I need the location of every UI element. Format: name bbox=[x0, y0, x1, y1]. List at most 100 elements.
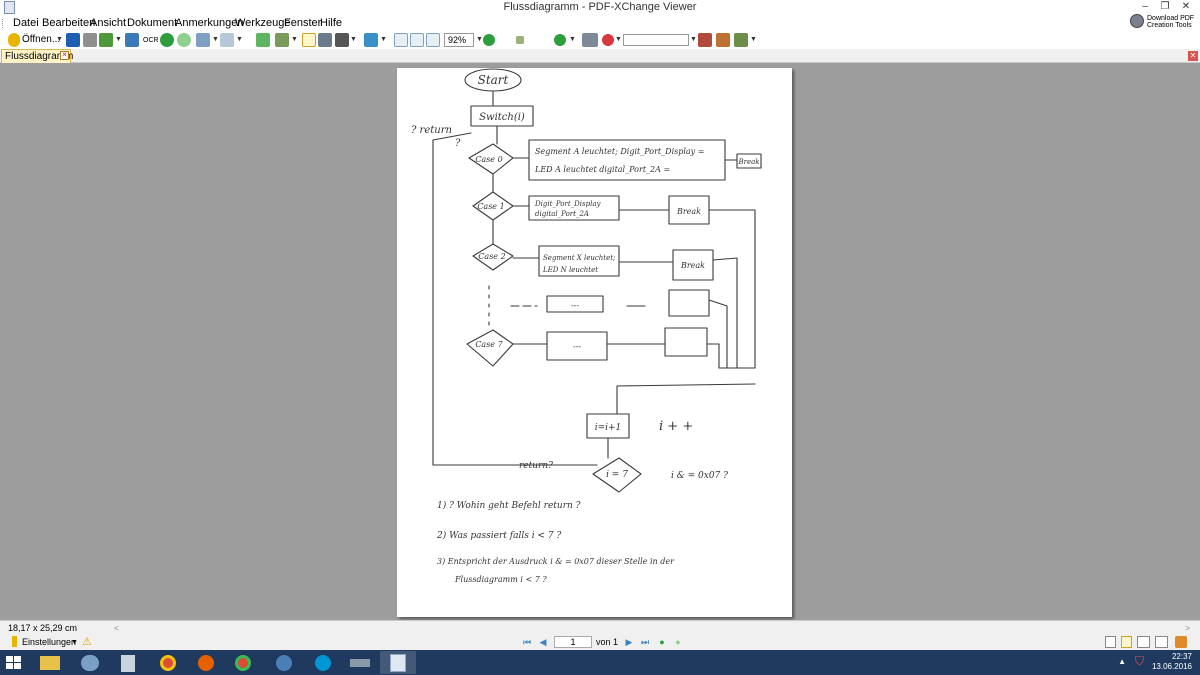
zoom-icon[interactable] bbox=[364, 33, 378, 47]
pdf-xchange-taskbar-icon[interactable] bbox=[380, 651, 416, 674]
email-icon[interactable] bbox=[99, 33, 113, 47]
control-panel-icon[interactable] bbox=[72, 651, 108, 674]
firefox-icon[interactable] bbox=[188, 651, 224, 674]
continuous-page-icon[interactable] bbox=[1121, 636, 1132, 648]
page-dimensions: 18,17 x 25,29 cm bbox=[8, 623, 78, 633]
stop-dropdown-icon[interactable]: ▼ bbox=[615, 36, 622, 43]
rotate-icon[interactable] bbox=[256, 33, 270, 47]
document-viewport[interactable]: Start Switch(i) ? return ? Case 0 Segmen… bbox=[0, 63, 1200, 620]
close-document-button[interactable]: ✕ bbox=[1188, 51, 1198, 61]
select-text-icon[interactable] bbox=[318, 33, 332, 47]
close-button[interactable]: ✕ bbox=[1176, 0, 1196, 14]
forward-icon[interactable] bbox=[177, 33, 191, 47]
continuous-facing-icon[interactable] bbox=[1155, 636, 1168, 648]
menu-dokument[interactable]: Dokument bbox=[127, 17, 177, 29]
clock[interactable]: 22:37 13.06.2016 bbox=[1152, 652, 1192, 672]
pages-dropdown-icon[interactable]: ▼ bbox=[291, 36, 298, 43]
tray-expand-icon[interactable]: ▲ bbox=[1118, 657, 1126, 666]
scroll-left-icon[interactable]: < bbox=[114, 624, 119, 633]
redo-dropdown-icon[interactable]: ▼ bbox=[236, 36, 243, 43]
forward-view-icon[interactable]: ● bbox=[673, 637, 683, 647]
next-page-icon[interactable]: ▶ bbox=[624, 637, 634, 647]
menu-ansicht[interactable]: Ansicht bbox=[90, 17, 126, 29]
snapshot-dropdown-icon[interactable]: ▼ bbox=[350, 36, 357, 43]
scan-icon[interactable] bbox=[125, 33, 139, 47]
scroll-right-icon[interactable]: > bbox=[1185, 624, 1190, 633]
note-2: 2) Was passiert falls i < 7 ? bbox=[436, 530, 561, 541]
snapshot-icon[interactable] bbox=[335, 33, 349, 47]
minimize-button[interactable]: – bbox=[1135, 0, 1155, 14]
warning-icon[interactable]: ⚠ bbox=[82, 635, 92, 648]
email-dropdown-icon[interactable]: ▼ bbox=[115, 36, 122, 43]
open-dropdown-icon[interactable]: ▼ bbox=[56, 36, 63, 43]
zoom-dropdown-icon[interactable]: ▼ bbox=[380, 36, 387, 43]
search-dropdown-icon[interactable]: ▼ bbox=[690, 36, 697, 43]
case-ellipsis-action-label: --- bbox=[571, 301, 579, 310]
first-page-icon[interactable]: ⏮ bbox=[522, 637, 532, 647]
case1-break-label: Break bbox=[676, 207, 701, 216]
case7-action-label: --- bbox=[573, 342, 581, 351]
file-explorer-icon[interactable] bbox=[32, 651, 68, 674]
redo-icon[interactable] bbox=[220, 33, 234, 47]
single-page-icon[interactable] bbox=[1105, 636, 1116, 648]
tab-flussdiagramm[interactable]: Flussdiagramm ✕ bbox=[1, 49, 73, 63]
question-mark-label: ? bbox=[455, 138, 461, 149]
stop-icon[interactable] bbox=[602, 34, 614, 46]
go-icon[interactable] bbox=[554, 34, 566, 46]
settings-button[interactable]: Einstellungen bbox=[22, 637, 76, 647]
chrome-icon[interactable] bbox=[150, 651, 186, 674]
open-button[interactable]: Öffnen... bbox=[22, 34, 60, 45]
comment-icon[interactable] bbox=[698, 33, 712, 47]
taskbar: ▲ ⛉ 22:37 13.06.2016 bbox=[0, 650, 1200, 675]
actual-size-icon[interactable] bbox=[394, 33, 408, 47]
prev-page-icon[interactable]: ◀ bbox=[538, 637, 548, 647]
find-icon[interactable] bbox=[582, 33, 598, 47]
windows-start-icon[interactable] bbox=[6, 656, 22, 670]
pages-icon[interactable] bbox=[275, 33, 289, 47]
menu-bearbeiten[interactable]: Bearbeiten bbox=[42, 17, 95, 29]
menu-grip[interactable] bbox=[2, 19, 5, 28]
return-question-label: ? return bbox=[411, 125, 452, 136]
back-icon[interactable] bbox=[160, 33, 174, 47]
settings-dropdown-icon[interactable]: ▼ bbox=[71, 639, 78, 646]
security-shield-icon[interactable]: ⛉ bbox=[1135, 654, 1144, 669]
open-icon[interactable] bbox=[8, 33, 20, 47]
add-bookmark-icon[interactable] bbox=[516, 36, 524, 44]
print-icon[interactable] bbox=[83, 33, 97, 47]
menu-fenster[interactable]: Fenster bbox=[284, 17, 321, 29]
facing-pages-icon[interactable] bbox=[1137, 636, 1150, 648]
scanner-icon[interactable] bbox=[342, 651, 378, 674]
page-number-input[interactable]: 1 bbox=[554, 636, 592, 648]
return-question-label-2: return? bbox=[519, 461, 553, 471]
menu-werkzeuge[interactable]: Werkzeuge bbox=[235, 17, 290, 29]
tools-icon[interactable] bbox=[734, 33, 748, 47]
tab-close-icon[interactable]: ✕ bbox=[60, 51, 69, 60]
chrome-2-icon[interactable] bbox=[225, 651, 261, 674]
back-view-icon[interactable]: ● bbox=[657, 637, 667, 647]
undo-icon[interactable] bbox=[196, 33, 210, 47]
zoom-in-icon[interactable] bbox=[483, 34, 495, 46]
fit-page-icon[interactable] bbox=[410, 33, 424, 47]
menu-anmerkungen[interactable]: Anmerkungen bbox=[175, 17, 244, 29]
tools-dropdown-icon[interactable]: ▼ bbox=[750, 36, 757, 43]
ocr-button[interactable]: OCR bbox=[143, 37, 159, 44]
toolbar-options-icon[interactable] bbox=[1175, 636, 1187, 648]
last-page-icon[interactable]: ⏭ bbox=[640, 637, 650, 647]
zoom-level-field[interactable]: 92% bbox=[444, 33, 474, 47]
thunderbird-icon[interactable] bbox=[266, 651, 302, 674]
stamp-icon[interactable] bbox=[716, 33, 730, 47]
hand-tool-icon[interactable] bbox=[302, 33, 316, 47]
zoom-level-dropdown-icon[interactable]: ▼ bbox=[476, 36, 483, 43]
menu-datei[interactable]: Datei bbox=[13, 17, 39, 29]
hp-icon[interactable] bbox=[305, 651, 341, 674]
menu-hilfe[interactable]: Hilfe bbox=[320, 17, 342, 29]
go-dropdown-icon[interactable]: ▼ bbox=[569, 36, 576, 43]
download-pdf-tools-button[interactable]: Download PDF Creation Tools bbox=[1130, 13, 1194, 31]
calculator-icon[interactable] bbox=[110, 651, 146, 674]
save-icon[interactable] bbox=[66, 33, 80, 47]
search-input[interactable] bbox=[623, 34, 689, 46]
fit-width-icon[interactable] bbox=[426, 33, 440, 47]
undo-dropdown-icon[interactable]: ▼ bbox=[212, 36, 219, 43]
tab-bar: Flussdiagramm ✕ bbox=[0, 49, 1200, 63]
restore-button[interactable]: ❐ bbox=[1155, 0, 1175, 14]
